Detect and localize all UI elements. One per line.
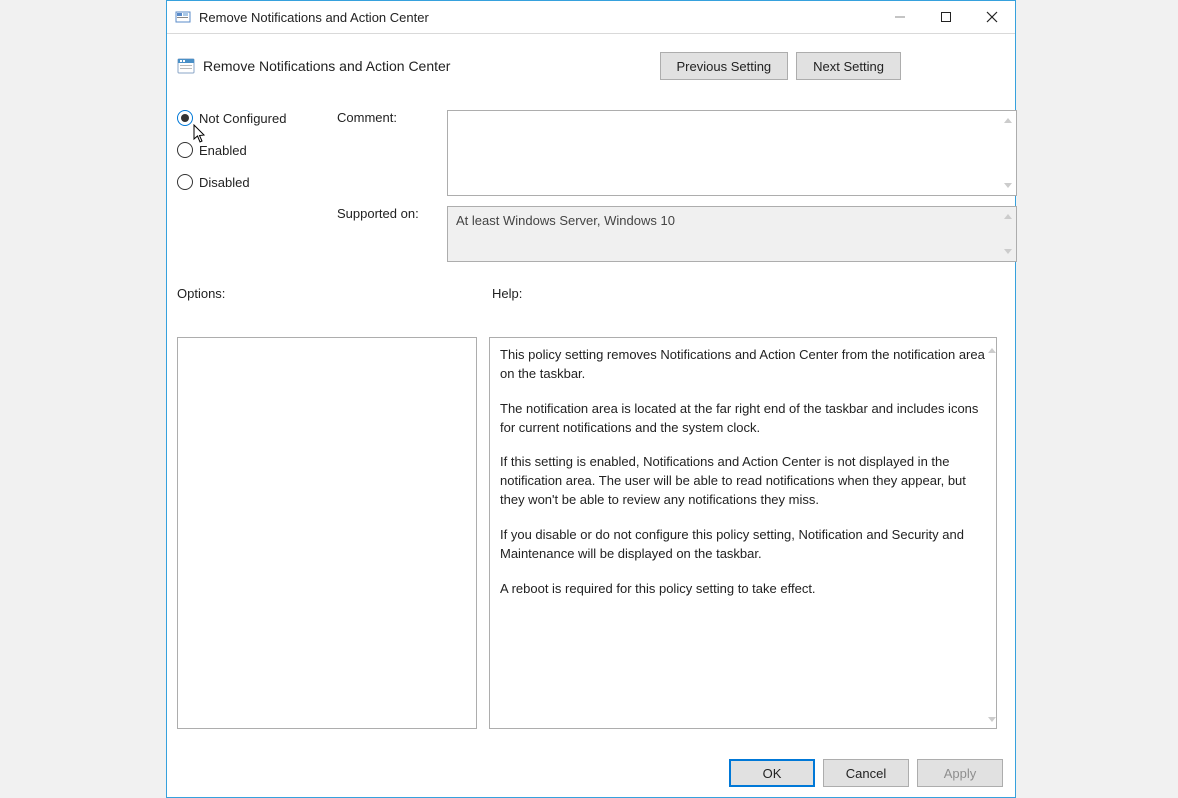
help-paragraph: The notification area is located at the …: [500, 400, 986, 438]
page-title: Remove Notifications and Action Center: [203, 58, 450, 74]
scroll-down-icon: [987, 711, 999, 723]
help-paragraph: A reboot is required for this policy set…: [500, 580, 986, 599]
cursor-icon: [193, 124, 209, 144]
radio-label: Not Configured: [199, 111, 286, 126]
help-paragraph: If you disable or do not configure this …: [500, 526, 986, 564]
scroll-up-icon: [1002, 115, 1014, 127]
help-paragraph: This policy setting removes Notification…: [500, 346, 986, 384]
radio-icon: [177, 142, 193, 158]
help-label: Help:: [492, 286, 522, 301]
options-label: Options:: [177, 286, 492, 301]
radio-enabled[interactable]: Enabled: [177, 142, 337, 158]
next-setting-button[interactable]: Next Setting: [796, 52, 901, 80]
maximize-button[interactable]: [923, 1, 969, 34]
close-button[interactable]: [969, 1, 1015, 34]
radio-disabled[interactable]: Disabled: [177, 174, 337, 190]
radio-icon: [177, 174, 193, 190]
radio-label: Disabled: [199, 175, 250, 190]
help-panel[interactable]: This policy setting removes Notification…: [489, 337, 997, 729]
options-panel: [177, 337, 477, 729]
dialog-window: Remove Notifications and Action Center: [166, 0, 1016, 798]
comment-textarea[interactable]: [447, 110, 1017, 196]
policy-icon: [177, 57, 195, 75]
supported-on-field: At least Windows Server, Windows 10: [447, 206, 1017, 262]
scroll-down-icon: [1002, 179, 1014, 191]
window-title: Remove Notifications and Action Center: [199, 10, 429, 25]
radio-icon: [177, 110, 193, 126]
scroll-up-icon: [987, 343, 999, 355]
app-icon: [175, 9, 191, 25]
help-paragraph: If this setting is enabled, Notification…: [500, 453, 986, 510]
ok-button[interactable]: OK: [729, 759, 815, 787]
scroll-down-icon: [1002, 245, 1014, 257]
supported-on-text: At least Windows Server, Windows 10: [456, 213, 675, 228]
titlebar: Remove Notifications and Action Center: [167, 1, 1015, 34]
radio-not-configured[interactable]: Not Configured: [177, 110, 337, 126]
supported-on-label: Supported on:: [337, 206, 447, 221]
cancel-button[interactable]: Cancel: [823, 759, 909, 787]
comment-label: Comment:: [337, 110, 447, 125]
radio-label: Enabled: [199, 143, 247, 158]
previous-setting-button[interactable]: Previous Setting: [660, 52, 789, 80]
apply-button[interactable]: Apply: [917, 759, 1003, 787]
scroll-up-icon: [1002, 211, 1014, 223]
minimize-button[interactable]: [877, 1, 923, 34]
